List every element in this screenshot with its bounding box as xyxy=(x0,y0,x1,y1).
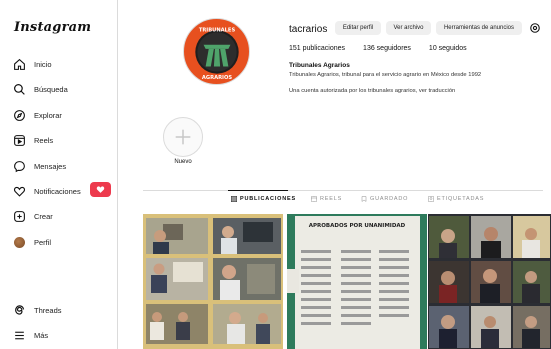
sidebar-item-search[interactable]: Búsqueda xyxy=(12,79,112,99)
sidebar-item-label: Búsqueda xyxy=(34,84,68,94)
settings-gear-icon[interactable] xyxy=(529,22,541,34)
sidebar-item-label: Explorar xyxy=(34,110,62,120)
view-archive-button[interactable]: Ver archivo xyxy=(386,21,431,35)
tag-icon xyxy=(428,196,434,202)
tab-posts[interactable]: PUBLICACIONES xyxy=(231,196,296,202)
post-thumbnail[interactable] xyxy=(428,214,551,349)
reels-icon xyxy=(12,133,26,147)
document-title: APROBADOS POR UNANIMIDAD xyxy=(309,223,406,229)
compass-icon xyxy=(12,108,26,122)
ad-tools-button[interactable]: Herramientas de anuncios xyxy=(436,21,522,35)
sidebar-item-home[interactable]: Inicio xyxy=(12,54,112,74)
profile-avatar[interactable]: TRIBUNALES AGRARIOS xyxy=(183,18,250,85)
sidebar-item-more[interactable]: Más xyxy=(12,325,112,345)
bookmark-icon xyxy=(361,196,367,202)
document-photo: APROBADOS POR UNANIMIDAD xyxy=(287,214,427,349)
posts-count: 151 publicaciones xyxy=(289,45,346,52)
sidebar-item-label: Inicio xyxy=(34,59,52,69)
highlight-label: Nuevo xyxy=(174,159,192,165)
tab-label: GUARDADO xyxy=(370,196,409,202)
profile-bio-secondary: Una cuenta autorizada por los tribunales… xyxy=(289,88,456,94)
tab-saved[interactable]: GUARDADO xyxy=(361,196,408,202)
sidebar-item-label: Más xyxy=(34,330,49,340)
profile-stats: 151 publicaciones 136 seguidores 10 segu… xyxy=(289,45,467,52)
sidebar-item-threads[interactable]: Threads xyxy=(12,300,112,320)
following-count[interactable]: 10 seguidos xyxy=(429,45,467,52)
followers-count[interactable]: 136 seguidores xyxy=(363,45,411,52)
sidebar-item-label: Reels xyxy=(34,135,54,145)
tribunal-logo-icon: TRIBUNALES AGRARIOS xyxy=(186,21,247,82)
sidebar-item-label: Notificaciones xyxy=(34,186,81,196)
new-highlight-button[interactable] xyxy=(163,117,203,157)
tab-tagged[interactable]: ETIQUETADAS xyxy=(428,196,484,202)
messenger-icon xyxy=(12,159,26,173)
sidebar-item-create[interactable]: Crear xyxy=(12,206,112,226)
sidebar: Instagram Inicio Búsqueda Explorar Reels… xyxy=(0,0,118,349)
sidebar-item-label: Perfil xyxy=(34,237,52,247)
reels-icon xyxy=(311,196,317,202)
profile-bio: Tribunales Agrarios, tribunal para el se… xyxy=(289,72,482,78)
tab-reels[interactable]: REELS xyxy=(311,196,342,202)
edit-profile-button[interactable]: Editar perfil xyxy=(335,21,381,35)
collage-photo xyxy=(143,214,283,349)
plus-square-icon xyxy=(12,209,26,223)
grid-icon xyxy=(231,196,237,202)
sidebar-item-label: Crear xyxy=(34,211,53,221)
sidebar-item-label: Threads xyxy=(34,305,62,315)
video-call-photo xyxy=(428,214,551,349)
plus-icon xyxy=(175,129,191,145)
home-icon xyxy=(12,57,26,71)
tabs-divider xyxy=(143,190,543,191)
heart-icon xyxy=(12,184,26,198)
instagram-logo[interactable]: Instagram xyxy=(14,20,91,35)
tab-label: REELS xyxy=(320,196,343,202)
menu-icon xyxy=(12,328,26,342)
search-icon xyxy=(12,82,26,96)
sidebar-item-reels[interactable]: Reels xyxy=(12,130,112,150)
avatar xyxy=(13,236,25,248)
svg-text:AGRARIOS: AGRARIOS xyxy=(201,74,231,80)
sidebar-item-explore[interactable]: Explorar xyxy=(12,105,112,125)
avatar-wrapper xyxy=(12,235,26,249)
profile-full-name: Tribunales Agrarios xyxy=(289,62,350,69)
post-thumbnail[interactable] xyxy=(143,214,283,349)
tab-label: ETIQUETADAS xyxy=(437,196,485,202)
tab-label: PUBLICACIONES xyxy=(240,196,296,202)
threads-icon xyxy=(12,303,26,317)
sidebar-item-profile[interactable]: Perfil xyxy=(12,232,112,252)
active-tab-indicator xyxy=(228,190,288,191)
post-thumbnail[interactable]: APROBADOS POR UNANIMIDAD xyxy=(287,214,427,349)
sidebar-item-label: Mensajes xyxy=(34,161,67,171)
heart-filled-icon xyxy=(96,186,105,193)
svg-text:TRIBUNALES: TRIBUNALES xyxy=(198,27,235,33)
sidebar-item-messages[interactable]: Mensajes xyxy=(12,156,112,176)
notification-badge[interactable] xyxy=(90,182,111,197)
profile-username: tacrarios xyxy=(289,24,328,35)
